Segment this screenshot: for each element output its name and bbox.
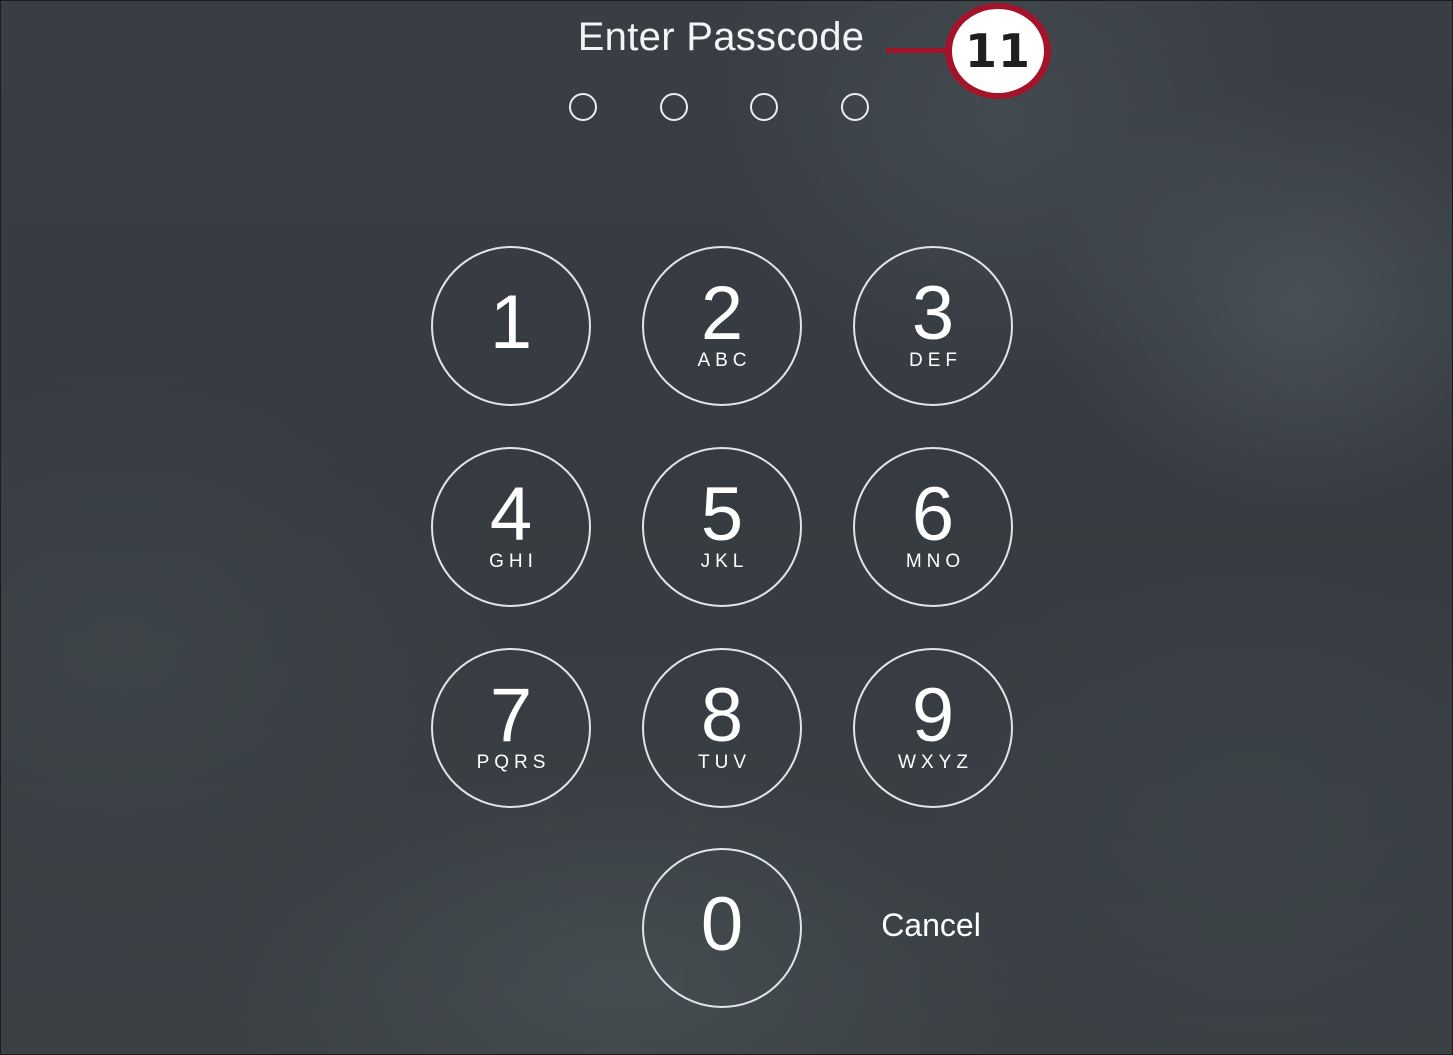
cancel-button[interactable]: Cancel — [871, 907, 991, 944]
key-7[interactable]: 7 PQRS — [431, 648, 591, 808]
passcode-dot-4 — [841, 93, 869, 121]
callout-badge: 11 — [945, 3, 1051, 99]
key-digit: 6 — [911, 472, 955, 557]
passcode-dot-3 — [750, 93, 778, 121]
key-9[interactable]: 9 WXYZ — [853, 648, 1013, 808]
passcode-dot-2 — [660, 93, 688, 121]
key-6[interactable]: 6 MNO — [853, 447, 1013, 607]
key-0[interactable]: 0 — [642, 848, 802, 1008]
key-digit: 9 — [911, 673, 955, 758]
key-letters: DEF — [909, 350, 962, 371]
passcode-dot-1 — [569, 93, 597, 121]
callout-leader-line — [886, 48, 950, 53]
callout-number: 11 — [952, 9, 1044, 93]
key-digit: 8 — [700, 673, 744, 758]
key-digit: 4 — [489, 472, 533, 557]
key-letters: WXYZ — [898, 752, 973, 773]
key-1[interactable]: 1 — [431, 246, 591, 406]
key-4[interactable]: 4 GHI — [431, 447, 591, 607]
key-digit: 5 — [700, 472, 744, 557]
key-digit: 7 — [489, 673, 533, 758]
key-letters: MNO — [905, 551, 966, 572]
page-title: Enter Passcode — [577, 15, 865, 59]
key-5[interactable]: 5 JKL — [642, 447, 802, 607]
key-letters: JKL — [700, 551, 749, 572]
key-letters: GHI — [489, 551, 538, 572]
key-3[interactable]: 3 DEF — [853, 246, 1013, 406]
passcode-dots — [569, 93, 875, 125]
key-digit: 1 — [489, 280, 533, 365]
key-letters: ABC — [697, 350, 752, 371]
passcode-screen: Enter Passcode 1 2 ABC 3 DEF 4 GHI 5 JKL… — [0, 0, 1453, 1055]
key-digit: 3 — [911, 271, 955, 356]
key-2[interactable]: 2 ABC — [642, 246, 802, 406]
key-digit: 0 — [700, 882, 744, 967]
key-digit: 2 — [700, 271, 744, 356]
key-8[interactable]: 8 TUV — [642, 648, 802, 808]
key-letters: TUV — [698, 752, 751, 773]
key-letters: PQRS — [476, 752, 551, 773]
